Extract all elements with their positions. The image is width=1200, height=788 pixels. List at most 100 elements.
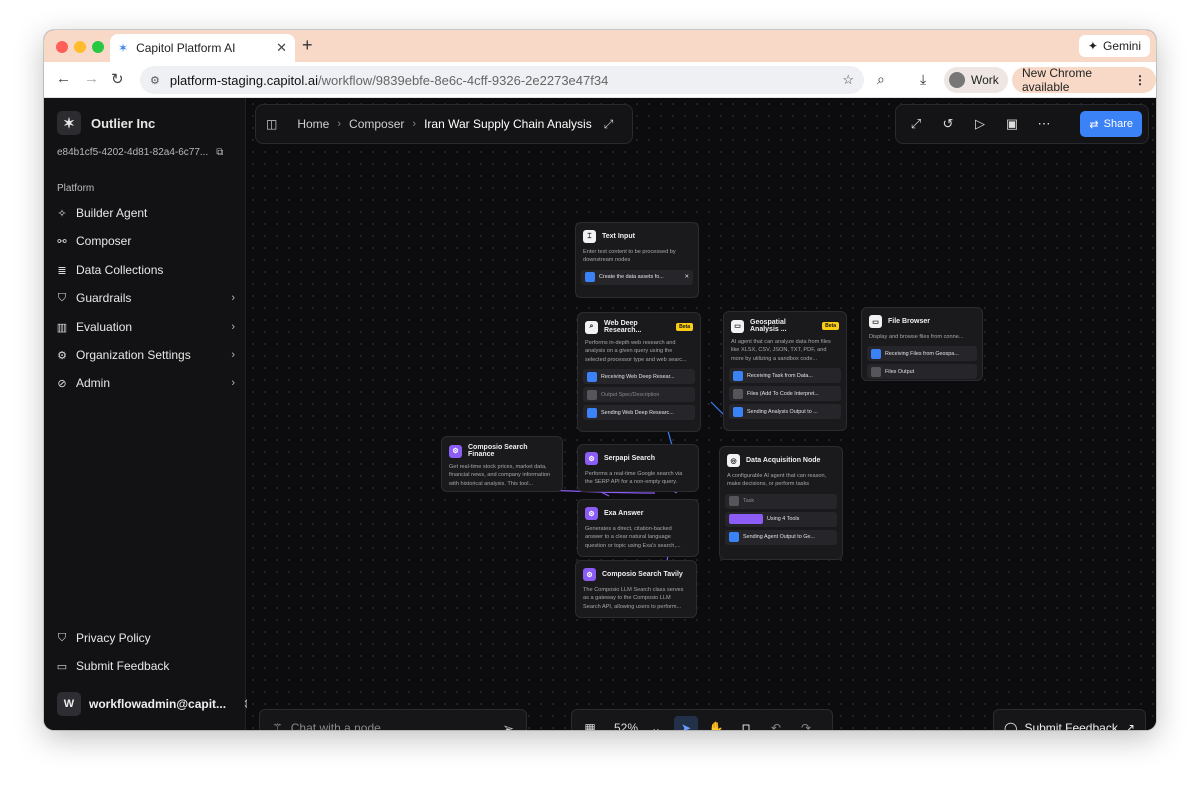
- node-geospatial-analysis[interactable]: ▭ Geospatial Analysis ... Beta AI agent th…: [723, 311, 847, 431]
- forward-icon[interactable]: →: [84, 70, 99, 87]
- toggle-sidebar-icon[interactable]: ◫: [266, 117, 277, 131]
- node-row[interactable]: Using 4 Tools: [725, 511, 837, 527]
- row-label: Output Spec/Description: [601, 391, 660, 398]
- node-serpapi-search[interactable]: ⚙ Serpapi Search Performs a real-time Goo…: [577, 444, 699, 492]
- site-info-icon[interactable]: ⚙: [150, 74, 160, 87]
- close-icon[interactable]: ✕: [684, 274, 689, 280]
- sidebar-item-data-collections[interactable]: ≣ Data Collections: [55, 258, 235, 282]
- user-menu[interactable]: W workflowadmin@capit... ⇕: [57, 692, 252, 716]
- feedback-label: Submit Feedback: [1024, 721, 1118, 730]
- node-exa-answer[interactable]: ⚙ Exa Answer Generates a direct, citation…: [577, 499, 699, 557]
- send-icon[interactable]: ➢: [502, 720, 514, 731]
- node-title: Composio Search Finance: [468, 444, 528, 458]
- sidebar-item-admin[interactable]: ⊘ Admin ›: [55, 371, 235, 395]
- submit-feedback-link[interactable]: ▭ Submit Feedback: [55, 654, 235, 678]
- node-connections: [520, 249, 818, 599]
- privacy-policy-link[interactable]: ⛉ Privacy Policy: [55, 626, 235, 650]
- run-icon[interactable]: ▷: [966, 110, 994, 138]
- node-composio-search-finance[interactable]: ⚙ Composio Search Finance Get real-time s…: [441, 436, 563, 492]
- profile-button[interactable]: Work: [944, 67, 1008, 93]
- org-id-text: e84b1cf5-4202-4d81-82a4-6c77...: [57, 147, 209, 158]
- browser-tab[interactable]: ✶ Capitol Platform AI ✕: [110, 34, 295, 62]
- minimize-window-button[interactable]: [74, 41, 86, 53]
- node-row[interactable]: Sending Web Deep Researc...: [583, 405, 695, 421]
- sidebar-item-label: Evaluation: [76, 320, 133, 334]
- workflow-canvas[interactable]: ◫ Home › Composer › Iran War Supply Chai…: [247, 98, 1156, 730]
- node-title: Text Input: [602, 233, 635, 240]
- address-bar[interactable]: ⚙ platform-staging.capitol.ai /workflow/…: [140, 66, 864, 94]
- expand-icon[interactable]: ⤢: [604, 117, 614, 132]
- node-composio-search-tavily[interactable]: ⚙ Composio Search Tavily The Composio LLM…: [575, 560, 697, 618]
- breadcrumb-home[interactable]: Home: [297, 117, 329, 131]
- sidebar-item-composer[interactable]: ⚯ Composer: [55, 229, 235, 253]
- gemini-button[interactable]: ✦ Gemini: [1078, 35, 1150, 57]
- nodes-icon: ⚯: [57, 235, 67, 248]
- user-email: workflowadmin@capit...: [89, 697, 227, 711]
- submit-feedback-button[interactable]: ◯ Submit Feedback ↗: [993, 709, 1146, 730]
- share-icon: ⇄: [1089, 118, 1099, 131]
- node-file-browser[interactable]: ▭ File Browser Display and browse files f…: [861, 307, 983, 381]
- sidebar-item-evaluation[interactable]: ▥ Evaluation ›: [55, 315, 235, 339]
- back-icon[interactable]: ←: [56, 70, 71, 87]
- sidebar-item-guardrails[interactable]: ⛉ Guardrails ›: [55, 286, 235, 310]
- history-icon[interactable]: ↺: [934, 110, 962, 138]
- sidebar-item-label: Builder Agent: [76, 206, 148, 220]
- node-title: File Browser: [888, 318, 931, 325]
- sidebar-item-organization-settings[interactable]: ⚙ Organization Settings ›: [55, 343, 235, 367]
- lock-icon[interactable]: ⊓: [734, 716, 758, 730]
- search-tabs-icon[interactable]: ⌕: [877, 71, 885, 88]
- page-title: Iran War Supply Chain Analysis: [424, 117, 592, 131]
- node-row[interactable]: Output Spec/Description: [583, 387, 695, 403]
- pointer-tool-icon[interactable]: ➤: [674, 716, 699, 730]
- node-web-deep-research[interactable]: ⌕ Web Deep Research... Beta Performs in-de…: [577, 312, 701, 432]
- node-row[interactable]: Receiving Task from Data...: [729, 368, 841, 384]
- reload-icon[interactable]: ↻: [111, 70, 124, 88]
- more-menu-icon[interactable]: ⋮: [1134, 73, 1146, 87]
- profile-label: Work: [971, 73, 999, 87]
- download-icon[interactable]: ⤓: [920, 71, 926, 88]
- tool-icon: ⚙: [449, 444, 462, 458]
- node-row[interactable]: Sending Analysis Output to ...: [729, 404, 841, 420]
- maximize-window-button[interactable]: [92, 41, 104, 53]
- node-row[interactable]: Sending Agent Output to Ge...: [725, 529, 837, 545]
- file-icon: [733, 388, 743, 399]
- node-text-input[interactable]: ⌶ Text Input Enter text content to be pro…: [575, 222, 699, 298]
- save-icon[interactable]: ▣: [998, 110, 1026, 138]
- node-row[interactable]: Create the data assets fo... ✕: [581, 269, 693, 285]
- chrome-update-button[interactable]: New Chrome available ⋮: [1012, 66, 1156, 94]
- node-title: Composio Search Tavily: [602, 571, 683, 578]
- org-switcher[interactable]: ✶ Outlier Inc: [57, 111, 155, 135]
- sidebar-item-builder-agent[interactable]: ✧ Builder Agent: [55, 201, 235, 225]
- fullscreen-icon[interactable]: ⤢: [902, 110, 930, 138]
- chat-input[interactable]: ⚚ Chat with a node ➢: [259, 709, 527, 730]
- hand-tool-icon[interactable]: ✋: [704, 716, 728, 730]
- undo-icon[interactable]: ↶: [764, 716, 788, 730]
- tab-close-icon[interactable]: ✕: [276, 40, 287, 56]
- close-window-button[interactable]: [56, 41, 68, 53]
- research-icon: ⌕: [585, 320, 598, 334]
- privacy-policy-label: Privacy Policy: [76, 631, 151, 645]
- node-row[interactable]: Receiving Files from Geospa...: [867, 346, 977, 362]
- database-icon: ≣: [57, 264, 67, 277]
- more-icon[interactable]: ⋯: [1030, 110, 1058, 138]
- map-icon[interactable]: ▦: [578, 716, 602, 730]
- beta-badge: Beta: [676, 323, 693, 331]
- chevron-down-icon[interactable]: ⌄: [644, 716, 668, 730]
- node-row[interactable]: Receiving Web Deep Resear...: [583, 369, 695, 385]
- node-row[interactable]: Files Output: [867, 364, 977, 380]
- copy-icon[interactable]: ⧉: [216, 147, 223, 158]
- node-description: Performs in-depth web research and analy…: [585, 340, 687, 363]
- bookmark-star-icon[interactable]: ☆: [842, 72, 854, 88]
- node-row[interactable]: Task: [725, 493, 837, 509]
- redo-icon[interactable]: ↷: [794, 716, 818, 730]
- gear-icon: ⚙: [57, 349, 67, 362]
- node-data-acquisition[interactable]: ◎ Data Acquisition Node A configurable AI…: [719, 446, 843, 560]
- new-tab-button[interactable]: +: [302, 35, 313, 56]
- node-row[interactable]: Files (Add To Code Interpret...: [729, 386, 841, 402]
- share-button[interactable]: ⇄ Share: [1080, 111, 1142, 137]
- row-label: Sending Analysis Output to ...: [747, 408, 818, 415]
- row-label: Task: [743, 498, 755, 505]
- node-description: Display and browse files from conne...: [869, 334, 964, 340]
- breadcrumb-composer[interactable]: Composer: [349, 117, 404, 131]
- section-label: Platform: [57, 183, 95, 194]
